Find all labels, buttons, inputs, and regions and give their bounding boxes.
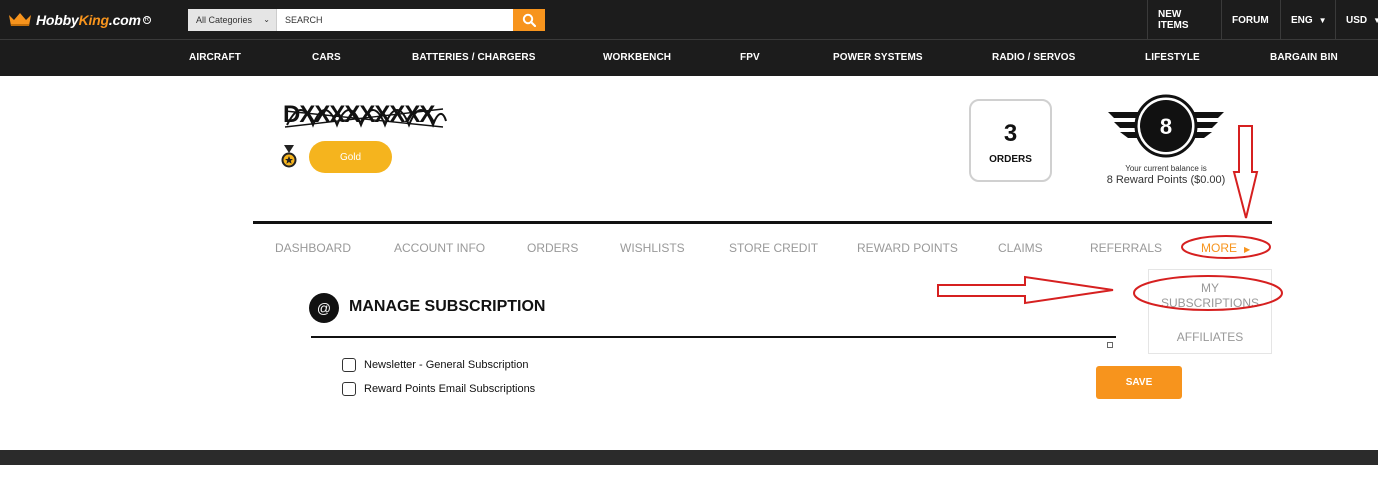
nav-power-systems[interactable]: POWER SYSTEMS xyxy=(833,40,923,76)
tab-referrals[interactable]: REFERRALS xyxy=(1090,234,1162,262)
language-select[interactable]: ENG ▼ xyxy=(1280,0,1335,40)
nav-aircraft[interactable]: AIRCRAFT xyxy=(189,40,241,76)
site-logo[interactable]: HobbyKing.com R xyxy=(8,10,151,30)
menu-item-affiliates[interactable]: AFFILIATES xyxy=(1149,330,1271,345)
newsletter-label: Newsletter - General Subscription xyxy=(364,359,529,371)
new-items-link[interactable]: NEW ITEMS xyxy=(1147,0,1221,40)
chevron-down-icon: ⌄ xyxy=(263,15,270,24)
account-tabs: DASHBOARD ACCOUNT INFO ORDERS WISHLISTS … xyxy=(253,234,1272,262)
search-button[interactable] xyxy=(513,9,545,31)
nav-workbench[interactable]: WORKBENCH xyxy=(603,40,671,76)
brand-name: HobbyKing.com xyxy=(36,12,141,28)
search-bar: All Categories ⌄ xyxy=(188,9,545,31)
menu-item-my-subscriptions[interactable]: MY SUBSCRIPTIONS xyxy=(1149,281,1271,311)
registered-mark: R xyxy=(142,16,151,24)
annotation-arrow-down xyxy=(1232,125,1259,219)
top-links: NEW ITEMS FORUM ENG ▼ USD ▼ xyxy=(1147,0,1378,40)
category-select[interactable]: All Categories ⌄ xyxy=(188,9,277,31)
newsletter-checkbox[interactable] xyxy=(342,358,356,372)
tab-store-credit[interactable]: STORE CREDIT xyxy=(729,234,818,262)
broken-image-icon xyxy=(1107,342,1113,348)
annotation-arrow-right xyxy=(937,275,1114,305)
account-divider xyxy=(253,221,1272,224)
reward-points-badge-value: 8 xyxy=(1160,114,1172,139)
footer-gap xyxy=(0,465,1378,492)
main-nav: AIRCRAFT CARS BATTERIES / CHARGERS WORKB… xyxy=(0,40,1378,76)
more-dropdown: MY SUBSCRIPTIONS AFFILIATES xyxy=(1148,269,1272,354)
orders-label: ORDERS xyxy=(989,154,1032,165)
caret-down-icon: ▼ xyxy=(1318,15,1327,25)
balance-value: 8 Reward Points ($0.00) xyxy=(1106,174,1226,186)
nav-lifestyle[interactable]: LIFESTYLE xyxy=(1145,40,1200,76)
tab-claims[interactable]: CLAIMS xyxy=(998,234,1043,262)
forum-link[interactable]: FORUM xyxy=(1221,0,1280,40)
orders-count: 3 xyxy=(1003,120,1018,147)
at-icon: @ xyxy=(309,293,339,323)
nav-fpv[interactable]: FPV xyxy=(740,40,760,76)
section-divider xyxy=(311,336,1116,338)
account-username: DXXXXXXXXX xyxy=(283,101,447,129)
redaction-scribble xyxy=(284,108,447,128)
caret-down-icon: ▼ xyxy=(1373,15,1378,25)
reward-points-email-checkbox[interactable] xyxy=(342,382,356,396)
search-icon xyxy=(522,13,536,27)
nav-bargain-bin[interactable]: BARGAIN BIN xyxy=(1270,40,1338,76)
tab-more[interactable]: MORE ▶ xyxy=(1201,234,1250,262)
crown-icon xyxy=(9,13,31,26)
top-bar: HobbyKing.com R All Categories ⌄ NEW ITE… xyxy=(0,0,1378,40)
balance-caption: Your current balance is xyxy=(1125,164,1207,173)
reward-points-summary: 8 Your current balance is 8 Reward Point… xyxy=(1100,90,1232,190)
currency-select[interactable]: USD ▼ xyxy=(1335,0,1378,40)
tab-dashboard[interactable]: DASHBOARD xyxy=(275,234,351,262)
caret-right-icon: ▶ xyxy=(1244,245,1251,254)
search-input[interactable] xyxy=(277,9,513,31)
nav-batteries-chargers[interactable]: BATTERIES / CHARGERS xyxy=(412,40,536,76)
medal-icon xyxy=(281,145,297,168)
tier-badge: Gold xyxy=(309,141,392,173)
section-title: MANAGE SUBSCRIPTION xyxy=(349,298,546,315)
orders-summary[interactable]: 3 ORDERS xyxy=(969,99,1052,182)
tab-orders[interactable]: ORDERS xyxy=(527,234,578,262)
tab-wishlists[interactable]: WISHLISTS xyxy=(620,234,685,262)
winged-badge-icon: 8 xyxy=(1108,94,1224,158)
reward-points-email-label: Reward Points Email Subscriptions xyxy=(364,383,536,395)
nav-radio-servos[interactable]: RADIO / SERVOS xyxy=(992,40,1075,76)
tab-account-info[interactable]: ACCOUNT INFO xyxy=(394,234,485,262)
tab-reward-points[interactable]: REWARD POINTS xyxy=(857,234,958,262)
save-button[interactable]: SAVE xyxy=(1096,366,1182,399)
nav-cars[interactable]: CARS xyxy=(312,40,341,76)
